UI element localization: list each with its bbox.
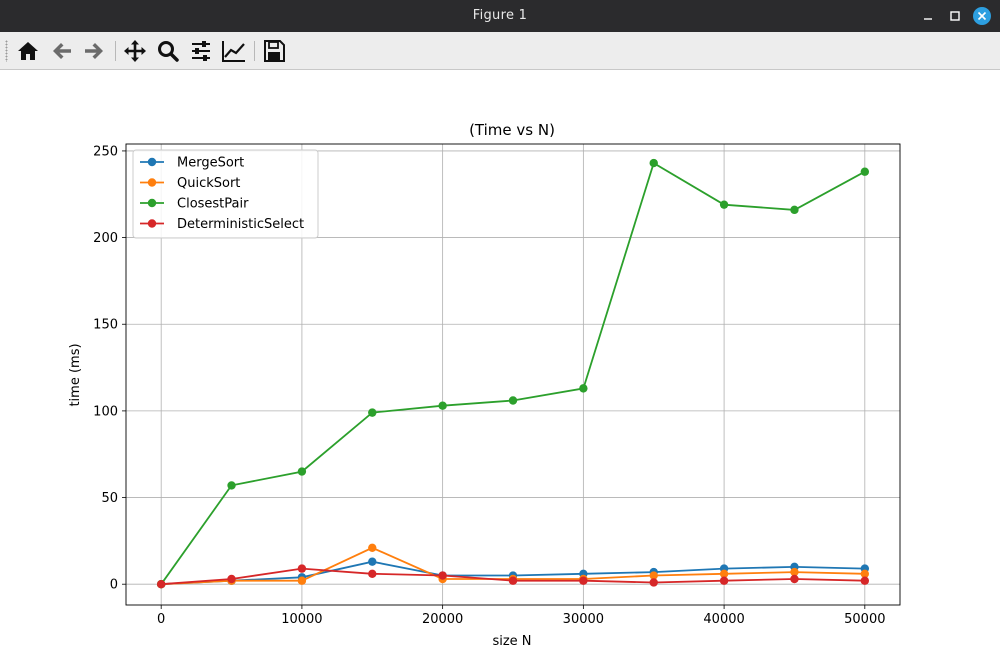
x-tick-label: 10000	[281, 612, 322, 627]
home-button[interactable]	[15, 38, 41, 64]
data-point	[227, 574, 236, 584]
data-point	[508, 396, 518, 405]
chart-title: (Time vs N)	[469, 121, 555, 139]
y-tick-label: 200	[93, 231, 118, 246]
data-point	[297, 467, 307, 476]
legend-marker	[147, 178, 157, 187]
x-tick-label: 50000	[844, 612, 885, 627]
y-tick-label: 250	[93, 144, 118, 159]
pan-button[interactable]	[122, 38, 148, 64]
x-tick-label: 20000	[422, 612, 463, 627]
save-button[interactable]	[261, 38, 287, 64]
toolbar-grip[interactable]	[5, 40, 8, 62]
close-icon	[973, 7, 991, 25]
floppy-disk-icon	[264, 40, 285, 62]
x-tick-label: 30000	[563, 612, 604, 627]
navigation-toolbar	[0, 32, 1000, 70]
data-point	[790, 205, 799, 215]
data-point	[438, 571, 447, 580]
legend-marker	[147, 198, 157, 208]
legend-label: ClosestPair	[177, 197, 249, 212]
arrow-right-icon	[85, 43, 103, 59]
magnifier-icon	[158, 41, 179, 62]
data-point	[649, 158, 658, 168]
figure-canvas[interactable]: (Time vs N) size N time (ms) 0 10000 20000…	[0, 70, 1000, 671]
data-point	[297, 564, 307, 573]
toolbar-separator	[115, 41, 116, 61]
y-axis-label: time (ms)	[68, 343, 83, 406]
legend-label: QuickSort	[177, 176, 240, 191]
data-point	[790, 574, 799, 584]
legend-marker	[147, 219, 157, 228]
minimize-button[interactable]	[918, 6, 938, 26]
legend: MergeSort QuickSort ClosestPair Determinist…	[132, 149, 319, 239]
data-point	[368, 543, 377, 553]
home-icon	[18, 42, 38, 60]
data-point	[860, 167, 870, 176]
data-point	[368, 557, 377, 566]
configure-subplots-button[interactable]	[188, 38, 214, 64]
x-axis-label: size N	[492, 634, 531, 649]
data-point	[227, 481, 236, 490]
data-point	[860, 576, 870, 585]
arrow-left-icon	[53, 43, 71, 59]
legend-marker	[147, 157, 157, 167]
data-point	[719, 576, 729, 585]
minimize-icon	[924, 18, 932, 20]
edit-axis-button[interactable]	[221, 38, 247, 64]
data-point	[297, 576, 307, 585]
window-title: Figure 1	[472, 8, 528, 23]
close-button[interactable]	[972, 6, 992, 26]
data-point	[508, 576, 518, 585]
x-tick-label: 0	[157, 612, 165, 627]
x-tick-label: 40000	[703, 612, 744, 627]
maximize-icon	[950, 11, 960, 21]
data-point	[579, 384, 588, 393]
y-tick-label: 100	[93, 404, 118, 419]
toolbar-separator	[254, 41, 255, 61]
back-button[interactable]	[49, 38, 75, 64]
data-point	[368, 569, 377, 579]
zoom-button[interactable]	[155, 38, 181, 64]
y-tick-label: 50	[101, 491, 118, 506]
y-tick-label: 150	[93, 318, 118, 333]
data-point	[579, 576, 588, 585]
chart: (Time vs N) size N time (ms) 0 10000 20000…	[68, 121, 901, 649]
move-icon	[124, 40, 146, 62]
legend-label: MergeSort	[177, 156, 244, 171]
data-point	[719, 200, 729, 209]
sliders-icon	[192, 41, 210, 61]
data-point	[649, 578, 658, 587]
forward-button[interactable]	[81, 38, 107, 64]
data-point	[438, 401, 447, 410]
data-point	[368, 408, 377, 417]
window-titlebar: Figure 1	[0, 0, 1000, 32]
maximize-button[interactable]	[945, 6, 965, 26]
line-chart-icon	[222, 41, 245, 62]
data-point	[156, 580, 166, 589]
legend-label: DeterministicSelect	[177, 217, 304, 232]
y-tick-label: 0	[110, 578, 118, 593]
